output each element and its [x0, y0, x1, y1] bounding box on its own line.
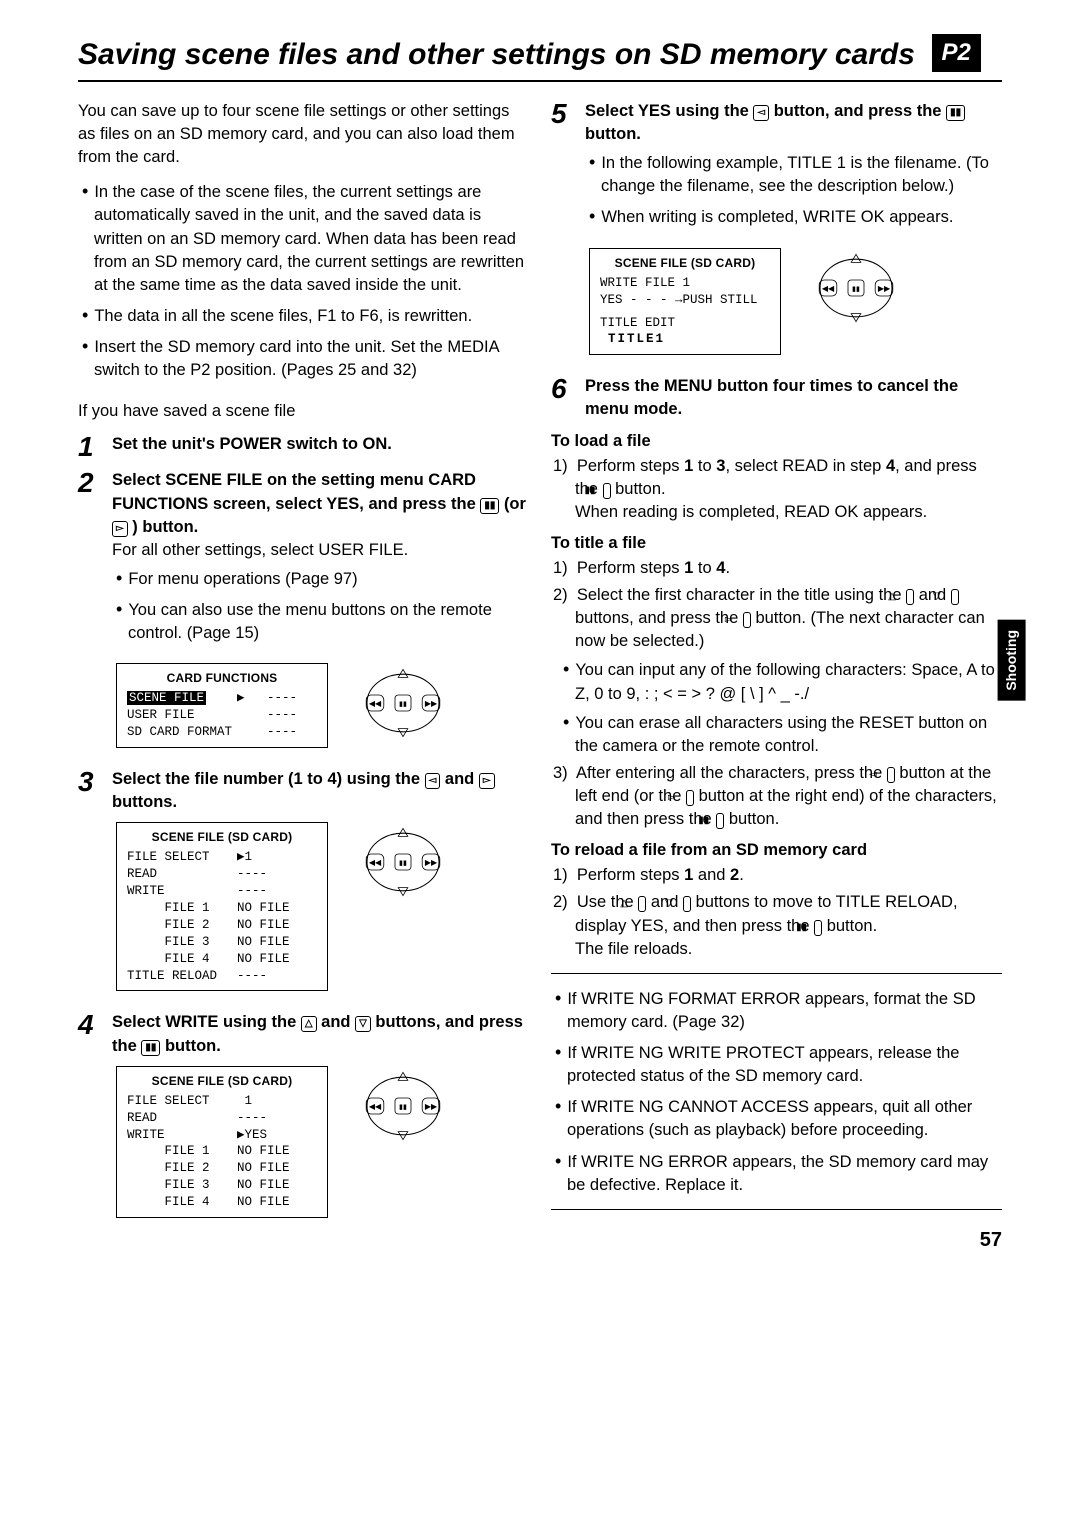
- pause-icon: ▮▮: [946, 105, 965, 121]
- dpad-icon: ◀◀ ▶▶ ▮▮: [353, 663, 453, 750]
- fwd-icon: ▻: [479, 773, 495, 789]
- svg-text:▶▶: ▶▶: [877, 284, 890, 293]
- list-item: If WRITE NG CANNOT ACCESS appears, quit …: [567, 1094, 1002, 1142]
- to-load-head: To load a file: [551, 430, 1002, 453]
- svg-text:▶▶: ▶▶: [424, 699, 437, 708]
- to-title-head: To title a file: [551, 532, 1002, 555]
- page-header: Saving scene files and other settings on…: [78, 34, 1002, 82]
- pause-icon: ▮▮: [814, 920, 822, 936]
- step-number: 5: [551, 100, 575, 367]
- step-number: 6: [551, 375, 575, 421]
- svg-text:▶▶: ▶▶: [424, 1102, 437, 1111]
- svg-text:◀◀: ◀◀: [368, 699, 381, 708]
- svg-text:◀◀: ◀◀: [368, 1102, 381, 1111]
- svg-text:▶▶: ▶▶: [424, 858, 437, 867]
- up-icon: △: [906, 589, 914, 605]
- fwd-icon: ▻: [112, 521, 128, 537]
- title-step-3: 3) After entering all the characters, pr…: [575, 762, 1002, 831]
- step-6: 6 Press the MENU button four times to ca…: [551, 375, 1002, 421]
- fwd-icon: ▻: [686, 790, 694, 806]
- right-column: 5 Select YES using the ◅ button, and pre…: [551, 100, 1002, 1238]
- reload-step-1: 1) Perform steps 1 and 2.: [575, 864, 1002, 887]
- scene-file-screen-3: SCENE FILE (SD CARD) FILE SELECT▶1 READ-…: [116, 822, 328, 991]
- left-column: You can save up to four scene file setti…: [78, 100, 529, 1238]
- dpad-icon: ◀◀ ▶▶ ▮▮: [353, 1066, 453, 1153]
- title-step-2: 2) Select the first character in the tit…: [575, 584, 1002, 758]
- step-number: 1: [78, 433, 102, 461]
- down-icon: ▽: [355, 1016, 371, 1032]
- page-title: Saving scene files and other settings on…: [78, 34, 915, 76]
- step-6-head: Press the MENU button four times to canc…: [585, 377, 958, 418]
- pause-icon: ▮▮: [603, 483, 611, 499]
- to-reload-head: To reload a file from an SD memory card: [551, 839, 1002, 862]
- menu-item-selected: SCENE FILE: [127, 691, 206, 705]
- step-number: 2: [78, 469, 102, 760]
- step-3-head: Select the file number (1 to 4) using th…: [112, 770, 495, 811]
- step-number: 3: [78, 768, 102, 1003]
- down-icon: ▽: [951, 589, 959, 605]
- intro-bullet: The data in all the scene files, F1 to F…: [94, 303, 529, 328]
- step-2-body: For all other settings, select USER FILE…: [112, 539, 529, 562]
- svg-text:◀◀: ◀◀: [821, 284, 834, 293]
- up-icon: △: [301, 1016, 317, 1032]
- list-item: If WRITE NG FORMAT ERROR appears, format…: [567, 986, 1002, 1034]
- intro-bullet: In the case of the scene files, the curr…: [94, 179, 529, 297]
- step-4-head: Select WRITE using the △ and ▽ buttons, …: [112, 1013, 523, 1054]
- reload-tail: The file reloads.: [575, 938, 1002, 961]
- down-icon: ▽: [683, 896, 691, 912]
- rew-icon: ◅: [887, 767, 895, 783]
- pause-icon: ▮▮: [480, 498, 499, 514]
- svg-text:▮▮: ▮▮: [399, 1102, 407, 1111]
- screen-title: SCENE FILE (SD CARD): [127, 1073, 317, 1089]
- step-1: 1 Set the unit's POWER switch to ON.: [78, 433, 529, 461]
- load-tail: When reading is completed, READ OK appea…: [575, 501, 1002, 524]
- title-step-1: 1) Perform steps 1 to 4.: [575, 557, 1002, 580]
- intro-paragraph: You can save up to four scene file setti…: [78, 100, 529, 169]
- step-2: 2 Select SCENE FILE on the setting menu …: [78, 469, 529, 760]
- scene-file-screen-4: SCENE FILE (SD CARD) FILE SELECT 1 READ-…: [116, 1066, 328, 1218]
- pre-if-text: If you have saved a scene file: [78, 400, 529, 423]
- p2-badge: P2: [932, 34, 981, 72]
- list-item: When writing is completed, WRITE OK appe…: [601, 204, 1002, 229]
- reload-step-2: 2) Use the △ and ▽ buttons to move to TI…: [575, 891, 1002, 960]
- fwd-icon: ▻: [743, 612, 751, 628]
- screen-title: SCENE FILE (SD CARD): [600, 255, 770, 271]
- svg-text:▮▮: ▮▮: [399, 858, 407, 867]
- list-item: You can input any of the following chara…: [575, 657, 1002, 705]
- intro-bullet: Insert the SD memory card into the unit.…: [94, 334, 529, 382]
- step-5: 5 Select YES using the ◅ button, and pre…: [551, 100, 1002, 367]
- rew-icon: ◅: [753, 105, 769, 121]
- load-step-1: 1) Perform steps 1 to 3, select READ in …: [575, 455, 1002, 524]
- step-number: 4: [78, 1011, 102, 1230]
- svg-text:◀◀: ◀◀: [368, 858, 381, 867]
- dpad-icon: ◀◀ ▶▶ ▮▮: [353, 822, 453, 909]
- list-item: If WRITE NG ERROR appears, the SD memory…: [567, 1149, 1002, 1197]
- scene-file-screen-5: SCENE FILE (SD CARD) WRITE FILE 1 YES - …: [589, 248, 781, 356]
- step-2-head: Select SCENE FILE on the setting menu CA…: [112, 471, 526, 535]
- list-item: If WRITE NG WRITE PROTECT appears, relea…: [567, 1040, 1002, 1088]
- intro-text: You can save up to four scene file setti…: [78, 100, 529, 169]
- error-list: If WRITE NG FORMAT ERROR appears, format…: [551, 986, 1002, 1197]
- section-tab: Shooting: [998, 620, 1026, 701]
- svg-text:▮▮: ▮▮: [852, 284, 860, 293]
- screen-title: SCENE FILE (SD CARD): [127, 829, 317, 845]
- screen-title: CARD FUNCTIONS: [127, 670, 317, 686]
- dpad-icon: ◀◀ ▶▶ ▮▮: [806, 248, 906, 335]
- list-item: You can erase all characters using the R…: [575, 710, 1002, 758]
- step-3: 3 Select the file number (1 to 4) using …: [78, 768, 529, 1003]
- list-item: You can also use the menu buttons on the…: [128, 597, 529, 645]
- card-functions-screen: CARD FUNCTIONS SCENE FILE▶ ---- USER FIL…: [116, 663, 328, 748]
- list-item: In the following example, TITLE 1 is the…: [601, 150, 1002, 198]
- step-1-head: Set the unit's POWER switch to ON.: [112, 435, 392, 453]
- intro-bullets: In the case of the scene files, the curr…: [78, 179, 529, 382]
- step-5-head: Select YES using the ◅ button, and press…: [585, 102, 965, 143]
- rew-icon: ◅: [425, 773, 441, 789]
- page-number: 57: [980, 1226, 1002, 1254]
- step-4: 4 Select WRITE using the △ and ▽ buttons…: [78, 1011, 529, 1230]
- list-item: For menu operations (Page 97): [128, 566, 529, 591]
- pause-icon: ▮▮: [141, 1040, 160, 1056]
- svg-text:▮▮: ▮▮: [399, 699, 407, 708]
